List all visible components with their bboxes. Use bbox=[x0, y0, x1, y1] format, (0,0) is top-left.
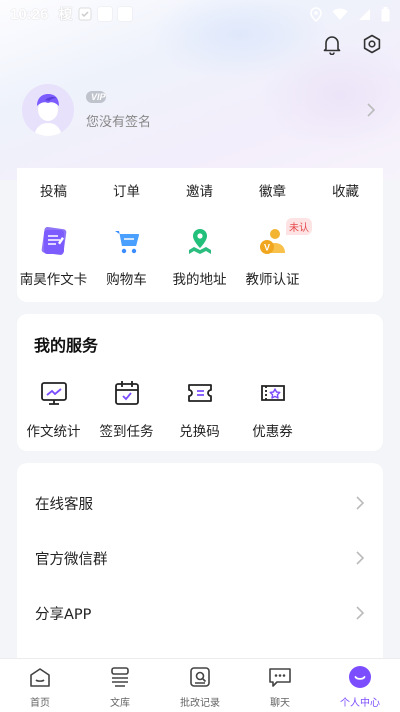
service-checkin[interactable]: 签到任务 bbox=[90, 378, 163, 440]
list-item-wechat-group[interactable]: 官方微信群 bbox=[17, 530, 383, 586]
location-status-icon bbox=[310, 6, 322, 22]
list-item-label: 在线客服 bbox=[35, 496, 93, 513]
notification-icons: 榎 bbox=[58, 4, 133, 24]
coupon-icon bbox=[260, 385, 285, 401]
tab-library[interactable]: 文库 bbox=[80, 659, 160, 712]
battery-icon bbox=[381, 6, 390, 21]
support-list-card: 在线客服 官方微信群 分享APP bbox=[17, 463, 383, 663]
location-icon bbox=[188, 229, 211, 254]
status-time: 10:26 bbox=[10, 5, 49, 23]
tab-correction-record[interactable]: 批改记录 bbox=[160, 659, 240, 712]
service-label: 兑换码 bbox=[179, 424, 220, 440]
stat-badges[interactable]: 徽章 bbox=[236, 180, 309, 200]
service-label: 签到任务 bbox=[99, 424, 154, 440]
feature-cart[interactable]: 购物车 bbox=[90, 224, 163, 288]
chevron-right-icon bbox=[356, 496, 365, 510]
feature-row: 南昊作文卡 购物车 我的地址 V 未认 教师认证 bbox=[17, 218, 383, 288]
bell-icon bbox=[323, 36, 341, 55]
section-title: 我的服务 bbox=[34, 336, 99, 355]
feature-label: 我的地址 bbox=[172, 272, 227, 288]
avatar[interactable] bbox=[22, 84, 74, 136]
library-icon bbox=[111, 667, 129, 687]
signal-icon bbox=[359, 8, 370, 20]
tab-label: 个人中心 bbox=[340, 698, 380, 709]
app-notification-icon: 榎 bbox=[58, 7, 73, 23]
calendar-check-icon bbox=[114, 381, 139, 405]
service-essay-stats[interactable]: 作文统计 bbox=[17, 378, 90, 440]
tab-home[interactable]: 首页 bbox=[0, 659, 80, 712]
tab-label: 文库 bbox=[110, 698, 130, 709]
settings-icon bbox=[363, 34, 381, 54]
service-redeem-code[interactable]: 兑换码 bbox=[163, 378, 236, 440]
my-services-card: 我的服务 作文统计 签到任务 兑换码 优惠券 bbox=[17, 314, 383, 451]
stat-submissions[interactable]: 投稿 bbox=[17, 180, 90, 200]
feature-address[interactable]: 我的地址 bbox=[163, 224, 236, 288]
ticket-icon bbox=[187, 384, 212, 402]
chat-icon bbox=[269, 668, 291, 687]
feature-teacher-cert[interactable]: V 未认 教师认证 bbox=[236, 218, 312, 288]
stats-row: 投稿 订单 邀请 徽章 收藏 bbox=[17, 180, 383, 200]
notification-icon bbox=[118, 7, 133, 21]
correction-record-icon bbox=[190, 667, 210, 687]
bottom-tab-bar: 首页 文库 批改记录 聊天 个人中心 bbox=[0, 658, 400, 712]
settings-button[interactable] bbox=[360, 32, 384, 56]
tab-profile-center[interactable]: 个人中心 bbox=[320, 659, 400, 712]
teacher-cert-icon: V bbox=[259, 229, 285, 254]
status-bar: 10:26 榎 bbox=[0, 0, 400, 28]
chevron-right-icon bbox=[367, 103, 376, 117]
vip-badge: VIP bbox=[86, 90, 106, 103]
avatar-illustration bbox=[22, 84, 74, 136]
profile-header[interactable]: VIP 您没有签名 bbox=[22, 82, 382, 138]
list-item-label: 官方微信群 bbox=[35, 551, 108, 568]
tab-chat[interactable]: 聊天 bbox=[240, 659, 320, 712]
tab-label: 首页 bbox=[30, 698, 50, 709]
feature-label: 教师认证 bbox=[245, 272, 300, 288]
feature-label: 购物车 bbox=[106, 272, 147, 288]
list-item-online-service[interactable]: 在线客服 bbox=[17, 475, 383, 531]
stat-favorites[interactable]: 收藏 bbox=[309, 180, 382, 200]
tab-label: 聊天 bbox=[270, 698, 290, 709]
service-label: 作文统计 bbox=[26, 424, 81, 440]
chevron-right-icon bbox=[356, 606, 365, 620]
cart-icon bbox=[114, 231, 139, 254]
notification-bell-button[interactable] bbox=[320, 32, 344, 56]
wifi-icon bbox=[332, 8, 348, 20]
notification-icon bbox=[78, 7, 92, 21]
svg-text:V: V bbox=[263, 243, 269, 253]
profile-center-icon bbox=[349, 666, 371, 688]
home-icon bbox=[30, 668, 50, 687]
essay-card-icon bbox=[41, 226, 66, 256]
stats-chart-icon bbox=[40, 382, 67, 405]
quick-access-card: 投稿 订单 邀请 徽章 收藏 南昊作文卡 购物车 我的地址 V 未认 教师认证 bbox=[17, 168, 383, 302]
list-item-share-app[interactable]: 分享APP bbox=[17, 585, 383, 641]
tab-label: 批改记录 bbox=[180, 698, 220, 709]
service-coupon[interactable]: 优惠券 bbox=[236, 378, 309, 440]
notification-icon bbox=[98, 7, 113, 21]
feature-essay-card[interactable]: 南昊作文卡 bbox=[17, 224, 90, 288]
chevron-right-icon bbox=[356, 551, 365, 565]
unverified-badge: 未认 bbox=[286, 218, 312, 235]
stat-orders[interactable]: 订单 bbox=[90, 180, 163, 200]
feature-label: 南昊作文卡 bbox=[19, 272, 88, 288]
list-item-label: 分享APP bbox=[35, 606, 92, 623]
services-row: 作文统计 签到任务 兑换码 优惠券 bbox=[17, 378, 309, 440]
service-label: 优惠券 bbox=[252, 424, 293, 440]
stat-invites[interactable]: 邀请 bbox=[163, 180, 236, 200]
signature-text: 您没有签名 bbox=[86, 114, 152, 130]
